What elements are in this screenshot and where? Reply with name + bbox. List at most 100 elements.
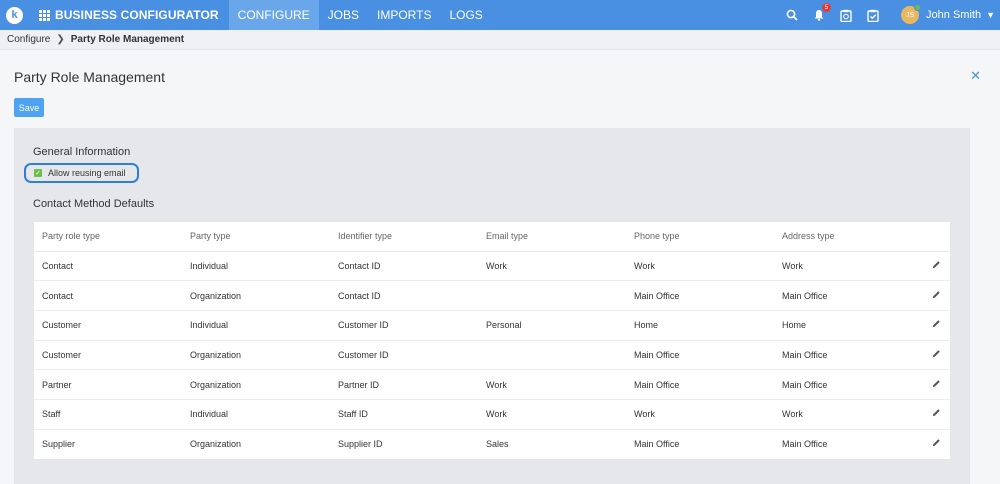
breadcrumb: Configure ❯ Party Role Management <box>0 30 1000 50</box>
nav-right-actions: 5 JS John Smith ▼ <box>785 0 1000 30</box>
table-cell: Work <box>774 399 914 430</box>
table-cell: Organization <box>182 340 330 371</box>
table-row[interactable]: Customer Organization Customer ID Main Offi… <box>34 340 950 371</box>
table-row[interactable]: Partner Organization Partner ID Work Main Of… <box>34 369 950 400</box>
column-header: Identifier type <box>330 222 478 252</box>
table-cell: Supplier ID <box>338 439 383 450</box>
table-cell: Contact <box>34 280 182 311</box>
edit-row-cell <box>914 369 950 400</box>
table-cell: Contact ID <box>330 251 478 282</box>
table-row[interactable]: Contact Individual Contact ID Work Work Work <box>34 251 950 282</box>
avatar[interactable]: JS <box>901 4 922 24</box>
page-title: Party Role Management <box>14 69 165 85</box>
table-cell: Organization <box>190 439 242 450</box>
column-header-actions <box>914 222 950 252</box>
table-cell: Individual <box>182 310 330 341</box>
column-header: Email type <box>478 222 626 252</box>
table-cell: Customer ID <box>330 310 478 341</box>
table-row[interactable]: Contact Organization Contact ID Main Office… <box>34 280 950 311</box>
table-cell: Partner <box>34 369 182 400</box>
table-cell: Main Office <box>626 280 774 311</box>
table-row[interactable]: Staff Individual Staff ID Work Work Work <box>34 399 950 430</box>
breadcrumb-current: Party Role Management <box>70 34 185 45</box>
table-cell: Main Office <box>626 369 774 400</box>
table-cell: Contact ID <box>330 280 478 311</box>
top-navbar: k BUSINESS CONFIGURATOR CONFIGURE JOBS I… <box>0 0 1000 30</box>
brand: k BUSINESS CONFIGURATOR <box>0 0 219 30</box>
table-cell: Organization <box>182 280 330 311</box>
notification-badge: 5 <box>822 3 832 12</box>
tab-configure[interactable]: CONFIGURE <box>228 0 319 30</box>
table-cell: Work <box>478 369 626 400</box>
edit-row-cell <box>914 399 950 430</box>
table-row[interactable]: Customer Individual Customer ID Personal Hom… <box>34 310 950 341</box>
table-cell <box>478 280 626 311</box>
table-cell: Individual <box>182 399 330 430</box>
table-header-row: Party role type Party type Identifier ty… <box>34 222 950 252</box>
table-cell: Organization <box>182 369 330 400</box>
edit-row-cell <box>914 429 950 459</box>
allow-reusing-email-checkbox[interactable]: ✓ Allow reusing email <box>24 163 139 183</box>
breadcrumb-configure[interactable]: Configure <box>7 34 50 45</box>
table-cell: Staff <box>34 399 182 430</box>
table-cell: Customer <box>34 310 182 341</box>
tab-imports[interactable]: IMPORTS <box>368 0 440 30</box>
table-cell: Partner ID <box>330 369 478 400</box>
edit-row-cell <box>914 280 950 311</box>
table-cell: Contact <box>34 251 182 282</box>
column-header: Party type <box>182 222 330 252</box>
table-cell: Work <box>774 251 914 282</box>
table-cell: Main Office <box>634 439 680 450</box>
general-information-title: General Information <box>33 146 131 158</box>
table-cell: Individual <box>182 251 330 282</box>
column-header: Address type <box>774 222 914 252</box>
bell-icon[interactable]: 5 <box>812 3 832 22</box>
table-cell: Home <box>774 310 914 341</box>
app-logo[interactable]: k <box>6 6 23 24</box>
chevron-down-icon[interactable]: ▼ <box>986 10 995 20</box>
clipboard-check-icon[interactable] <box>866 8 880 22</box>
table-cell: Main Office <box>774 280 914 311</box>
pencil-icon[interactable] <box>932 290 941 302</box>
nav-tabs: CONFIGURE JOBS IMPORTS LOGS <box>228 0 492 30</box>
table-cell: Customer <box>34 340 182 371</box>
table-cell: Customer ID <box>330 340 478 371</box>
allow-reusing-email-label[interactable]: Allow reusing email <box>48 168 126 178</box>
search-icon[interactable] <box>785 8 799 22</box>
edit-row-cell <box>914 340 950 371</box>
pencil-icon[interactable] <box>932 409 941 420</box>
table-cell: Supplier <box>42 439 76 450</box>
table-cell: Staff ID <box>330 399 478 430</box>
online-status-dot <box>914 4 922 11</box>
table-cell: Main Office <box>626 340 774 371</box>
apps-grid-icon[interactable] <box>39 9 50 21</box>
contact-defaults-table: Party role type Party type Identifier ty… <box>34 222 950 459</box>
clipboard-clock-icon[interactable] <box>839 8 853 22</box>
save-button[interactable]: Save <box>14 98 44 117</box>
table-cell: Main Office <box>782 439 828 450</box>
pencil-icon[interactable] <box>932 320 941 331</box>
table-cell: Work <box>478 399 626 430</box>
pencil-icon[interactable] <box>932 379 941 391</box>
pencil-icon[interactable] <box>932 439 941 450</box>
column-header: Party role type <box>34 222 182 252</box>
tab-logs[interactable]: LOGS <box>440 0 491 30</box>
checkbox-checked-icon[interactable]: ✓ <box>34 169 42 177</box>
pencil-icon[interactable] <box>932 350 941 361</box>
table-cell: Home <box>626 310 774 341</box>
edit-row-cell <box>914 310 950 341</box>
column-header: Phone type <box>626 222 774 252</box>
table-cell: Main Office <box>774 369 914 400</box>
table-cell: Main Office <box>774 340 914 371</box>
chevron-right-icon: ❯ <box>56 34 65 45</box>
table-cell <box>478 340 626 371</box>
contact-method-defaults-title: Contact Method Defaults <box>33 198 155 210</box>
close-icon[interactable]: ✕ <box>970 68 981 84</box>
table-cell: Work <box>626 399 774 430</box>
edit-row-cell <box>914 251 950 282</box>
app-title[interactable]: BUSINESS CONFIGURATOR <box>55 8 219 22</box>
pencil-icon[interactable] <box>932 261 941 272</box>
table-row[interactable]: Supplier Organization Supplier ID Sales Main… <box>34 429 950 459</box>
tab-jobs[interactable]: JOBS <box>319 0 368 30</box>
user-name[interactable]: John Smith <box>926 9 981 21</box>
